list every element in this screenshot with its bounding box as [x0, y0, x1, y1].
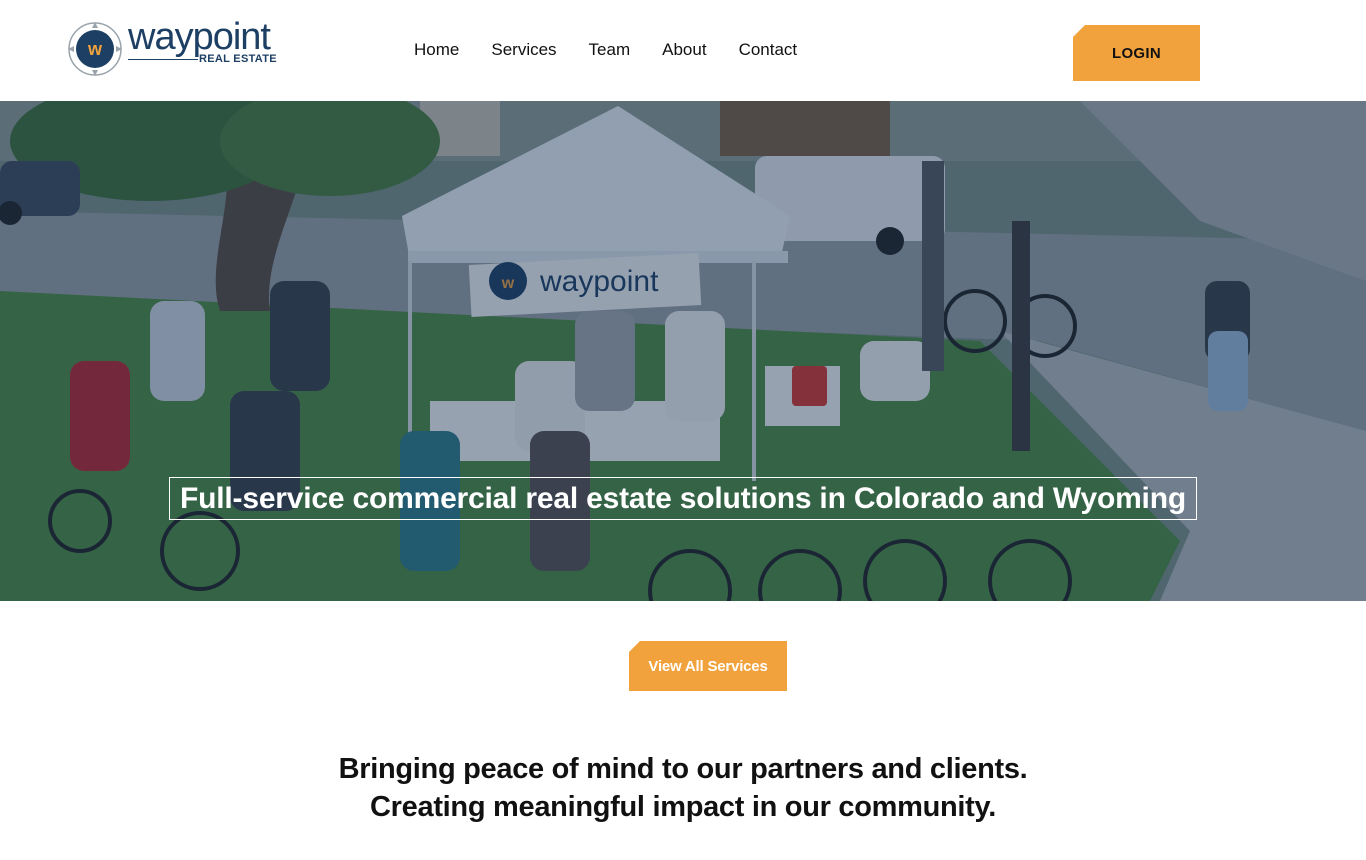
hero-title-box: Full-service commercial real estate solu…: [169, 477, 1197, 520]
hero-title: Full-service commercial real estate solu…: [180, 481, 1186, 515]
compass-logo-icon: w: [68, 22, 122, 76]
logo-initial: w: [87, 39, 103, 59]
hero-section: w waypoint Full-service commercial real …: [0, 101, 1366, 601]
tagline-section: Bringing peace of mind to our partners a…: [0, 750, 1366, 826]
login-button[interactable]: LOGIN: [1073, 25, 1200, 81]
hero-overlay: [0, 101, 1366, 601]
login-button-label: LOGIN: [1112, 44, 1161, 62]
nav-contact[interactable]: Contact: [739, 38, 798, 62]
logo-divider: [128, 59, 198, 60]
view-all-services-label: View All Services: [648, 657, 768, 675]
nav-services[interactable]: Services: [491, 38, 556, 62]
nav-about[interactable]: About: [662, 38, 706, 62]
main-nav: Home Services Team About Contact: [414, 38, 797, 62]
site-header: w waypoint REAL ESTATE Home Services Tea…: [0, 0, 1366, 101]
nav-home[interactable]: Home: [414, 38, 459, 62]
view-all-services-button[interactable]: View All Services: [629, 641, 787, 691]
waypoint-logo[interactable]: w waypoint REAL ESTATE: [68, 16, 278, 82]
logo-wordmark: waypoint: [128, 16, 271, 58]
nav-team[interactable]: Team: [589, 38, 631, 62]
tagline-line-1: Bringing peace of mind to our partners a…: [338, 753, 1028, 785]
tagline-line-2: Creating meaningful impact in our commun…: [370, 791, 996, 823]
logo-subtitle: REAL ESTATE: [199, 53, 277, 65]
